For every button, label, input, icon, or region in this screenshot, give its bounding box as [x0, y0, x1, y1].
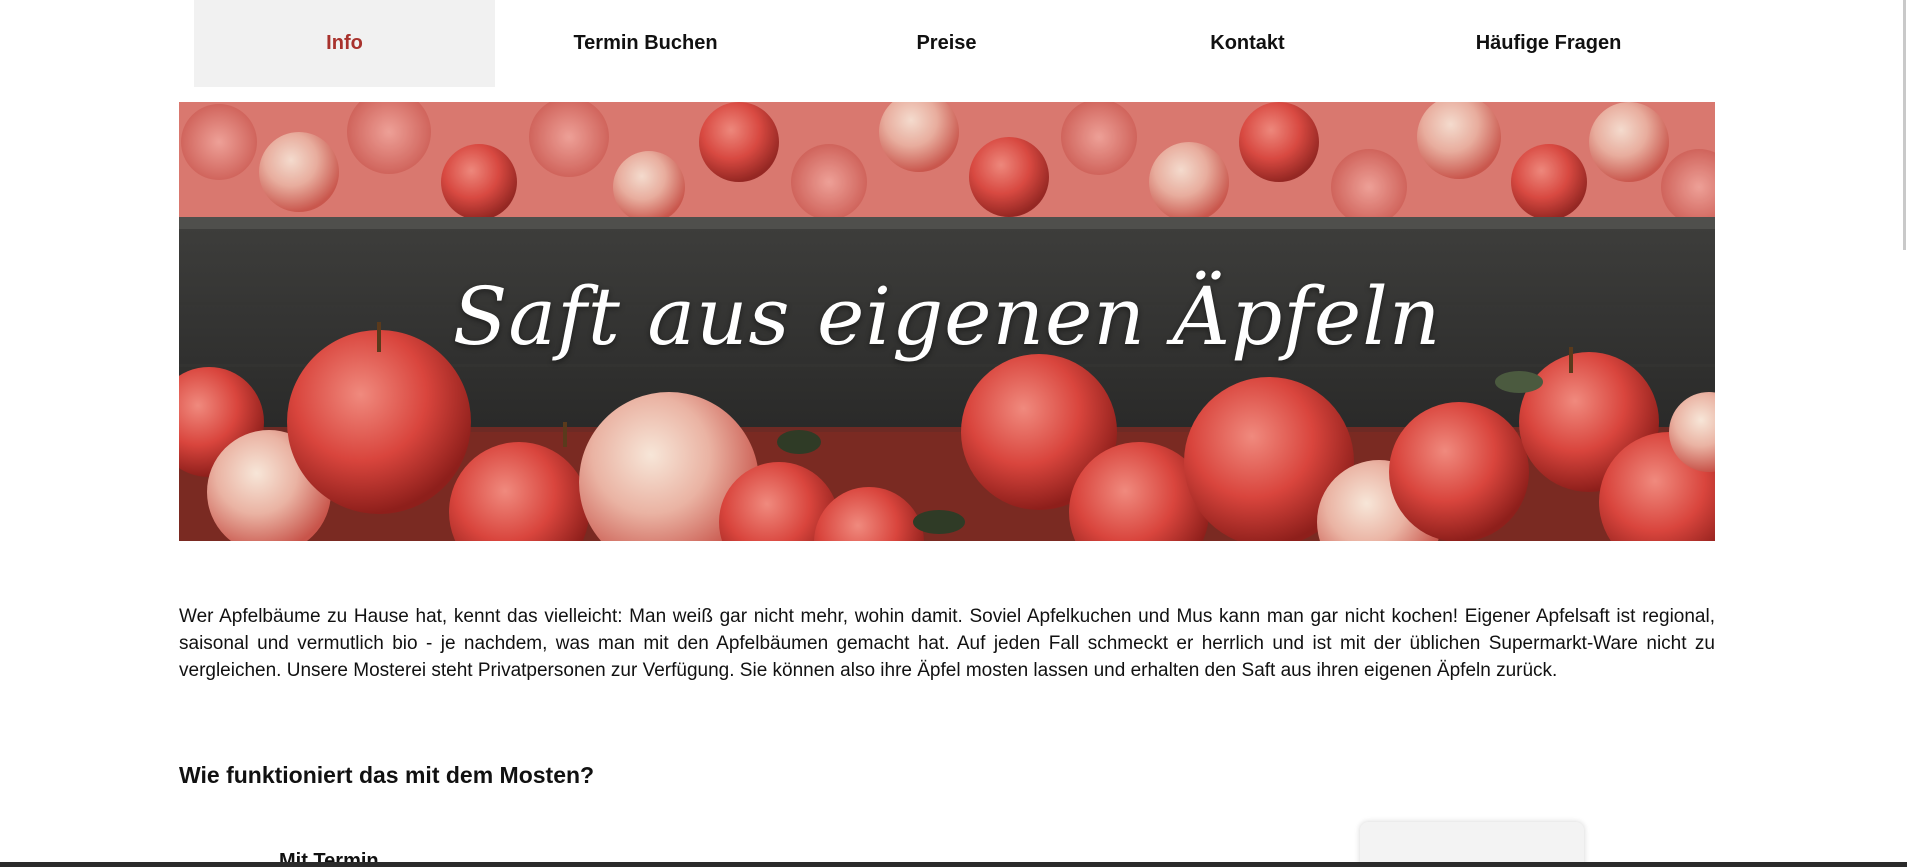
- nav-item-info[interactable]: Info: [194, 0, 495, 87]
- nav-item-kontakt[interactable]: Kontakt: [1097, 0, 1398, 87]
- info-card: [1360, 822, 1584, 867]
- nav-item-termin-buchen[interactable]: Termin Buchen: [495, 0, 796, 87]
- main-nav: Info Termin Buchen Preise Kontakt Häufig…: [194, 0, 1700, 87]
- hero-banner: Saft aus eigenen Äpfeln: [179, 102, 1715, 541]
- hero-title: Saft aus eigenen Äpfeln: [452, 270, 1442, 363]
- nav-item-preise[interactable]: Preise: [796, 0, 1097, 87]
- bottom-bar: [0, 862, 1907, 867]
- section-heading: Wie funktioniert das mit dem Mosten?: [179, 762, 595, 788]
- scrollbar[interactable]: [1903, 0, 1906, 250]
- intro-paragraph: Wer Apfelbäume zu Hause hat, kennt das v…: [179, 606, 1715, 681]
- nav-item-haeufige-fragen[interactable]: Häufige Fragen: [1398, 0, 1699, 87]
- page: Info Termin Buchen Preise Kontakt Häufig…: [0, 0, 1907, 867]
